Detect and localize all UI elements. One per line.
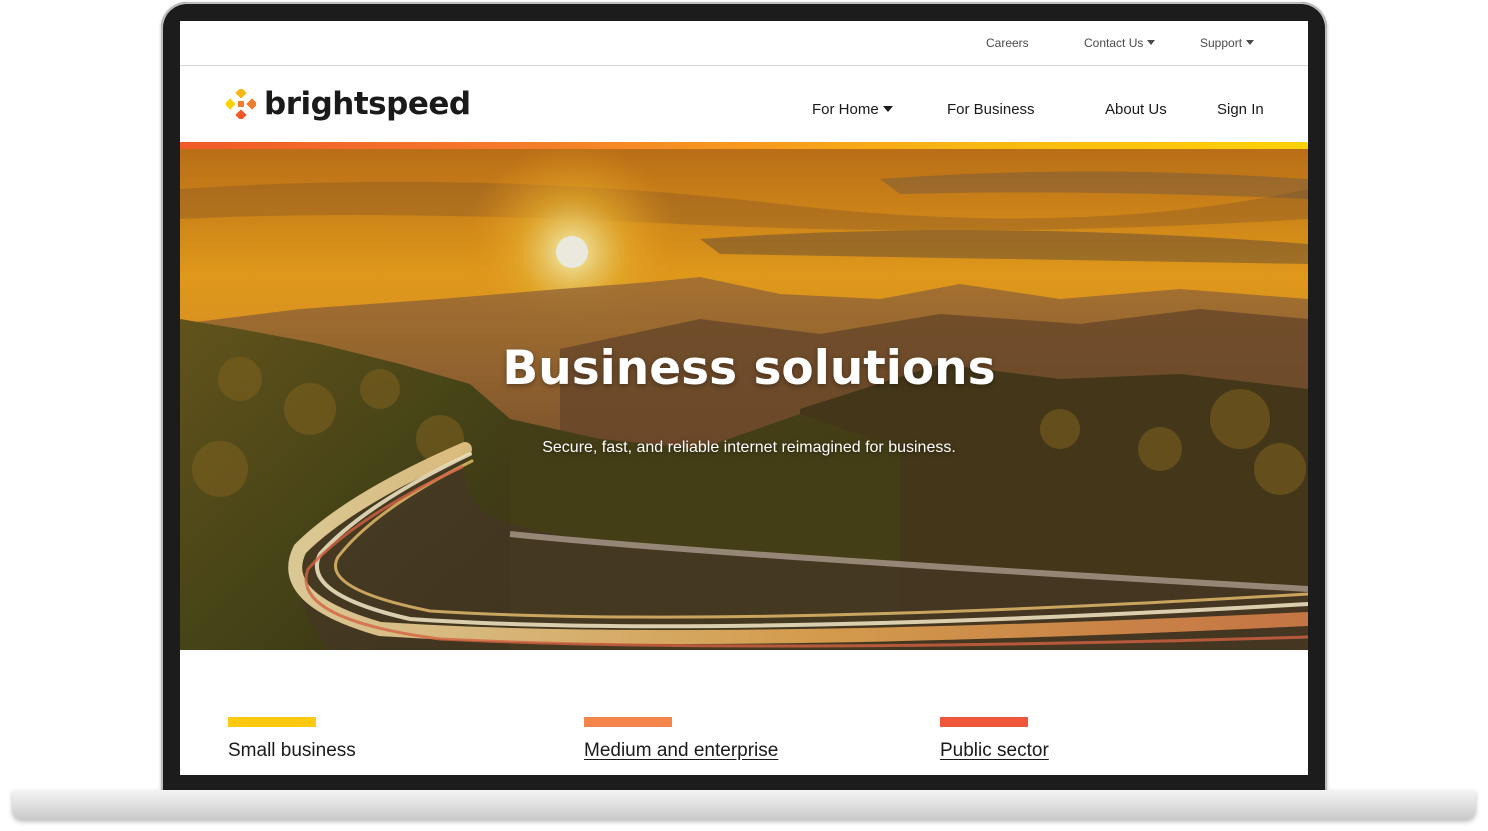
nav-for-home[interactable]: For Home: [812, 101, 893, 118]
segment-color-bar: [228, 717, 316, 727]
brand-name: brightspeed: [264, 86, 471, 122]
hero-subtitle: Secure, fast, and reliable internet reim…: [542, 439, 956, 456]
hero-banner: Business solutions Secure, fast, and rel…: [180, 149, 1308, 650]
utility-link-support[interactable]: Support: [1200, 36, 1255, 50]
browser-viewport: Careers Contact Us Support brightspeed F…: [180, 21, 1308, 775]
laptop-base: [12, 790, 1476, 820]
chevron-down-icon: [882, 106, 893, 113]
accent-gradient-bar: [180, 142, 1308, 149]
utility-link-label: Careers: [986, 36, 1029, 50]
nav-label: About Us: [1105, 101, 1167, 118]
utility-link-label: Support: [1200, 36, 1243, 50]
segment-color-bar: [940, 717, 1028, 727]
segment-color-bar: [584, 717, 672, 727]
segment-label[interactable]: Medium and enterprise: [584, 740, 778, 762]
hero-title: Business solutions: [502, 341, 996, 396]
brand-logo[interactable]: brightspeed: [226, 84, 471, 124]
utility-link-careers[interactable]: Careers: [986, 36, 1029, 50]
segment-small-business[interactable]: Small business: [228, 717, 356, 762]
brightspeed-logo-icon: [226, 89, 256, 119]
nav-for-business[interactable]: For Business: [947, 101, 1035, 118]
nav-about-us[interactable]: About Us: [1105, 101, 1167, 118]
chevron-down-icon: [1246, 40, 1255, 46]
utility-link-label: Contact Us: [1084, 36, 1144, 50]
nav-sign-in[interactable]: Sign In: [1217, 101, 1264, 118]
utility-nav: Careers Contact Us Support: [180, 21, 1308, 66]
chevron-down-icon: [1147, 40, 1156, 46]
site-header: brightspeed For Home For Business About …: [180, 66, 1308, 143]
segment-label: Small business: [228, 740, 356, 761]
nav-label: For Business: [947, 101, 1035, 118]
hero-landscape-image: [180, 149, 1308, 650]
segment-label[interactable]: Public sector: [940, 740, 1049, 762]
nav-label: Sign In: [1217, 101, 1264, 118]
segment-public-sector[interactable]: Public sector: [940, 717, 1049, 762]
nav-label: For Home: [812, 101, 879, 118]
utility-link-contact-us[interactable]: Contact Us: [1084, 36, 1156, 50]
segment-medium-enterprise[interactable]: Medium and enterprise: [584, 717, 778, 762]
